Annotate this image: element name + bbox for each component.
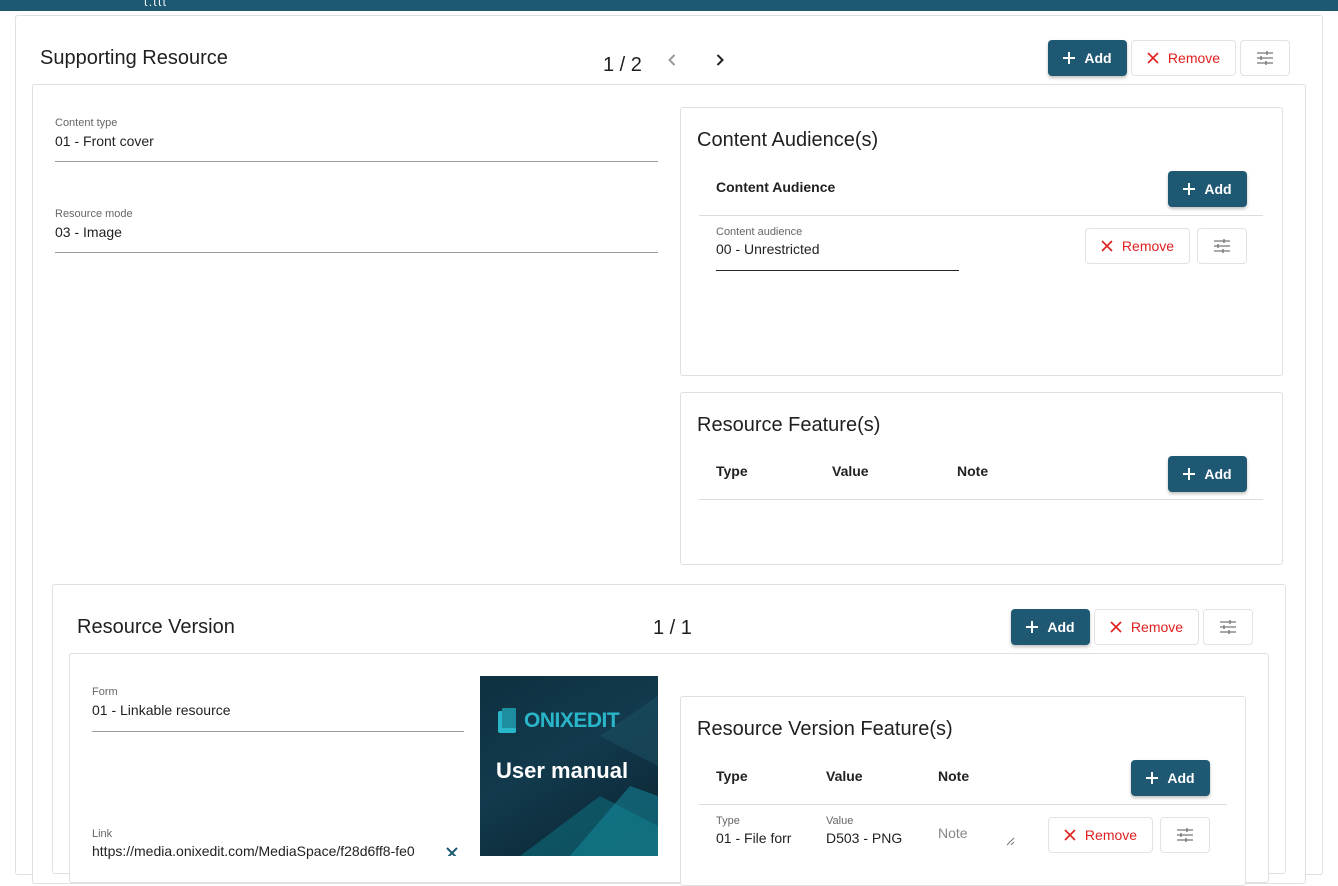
content-audience-header: Content Audience bbox=[716, 179, 836, 195]
tune-icon bbox=[1257, 51, 1273, 65]
close-icon bbox=[1101, 240, 1113, 252]
supporting-resource-pager: 1 / 2 bbox=[603, 54, 642, 76]
resource-version-settings-button[interactable] bbox=[1203, 609, 1253, 645]
content-audience-settings-button[interactable] bbox=[1197, 228, 1247, 264]
tune-icon bbox=[1214, 239, 1230, 253]
resource-version-pager: 1 / 1 bbox=[653, 617, 692, 639]
chevron-left-icon bbox=[668, 54, 676, 66]
rvf-note-field[interactable]: Note bbox=[938, 825, 968, 841]
content-audience-divider bbox=[699, 215, 1263, 216]
rvf-remove-button[interactable]: Remove bbox=[1048, 817, 1153, 853]
supporting-resource-settings-button[interactable] bbox=[1240, 40, 1290, 76]
resource-features-col-type: Type bbox=[716, 463, 748, 479]
chevron-right-icon bbox=[716, 54, 724, 66]
cover-image: ONIXEDIT User manual bbox=[480, 676, 658, 856]
content-audience-add-button[interactable]: Add bbox=[1168, 171, 1247, 207]
resource-mode-field[interactable]: 03 - Image bbox=[55, 224, 655, 240]
close-icon bbox=[1147, 52, 1159, 64]
resource-version-title: Resource Version bbox=[77, 616, 235, 638]
content-audience-label: Content audience bbox=[716, 226, 803, 238]
plus-icon bbox=[1183, 183, 1196, 195]
resource-version-add-button[interactable]: Add bbox=[1011, 609, 1090, 645]
resource-mode-underline bbox=[55, 252, 658, 253]
resource-version-features-title: Resource Version Feature(s) bbox=[697, 718, 953, 740]
add-label: Add bbox=[1167, 770, 1195, 786]
tune-icon bbox=[1220, 620, 1236, 634]
rvf-type-label: Type bbox=[716, 815, 740, 827]
clear-icon bbox=[446, 847, 458, 856]
supporting-resource-title: Supporting Resource bbox=[40, 47, 228, 69]
logo-fragment: ɩ.ɩɩɩ bbox=[144, 0, 168, 9]
rvf-divider bbox=[699, 804, 1227, 805]
add-label: Add bbox=[1084, 50, 1112, 66]
content-audiences-title: Content Audience(s) bbox=[697, 129, 879, 151]
plus-icon bbox=[1146, 772, 1159, 784]
form-underline bbox=[92, 731, 464, 732]
add-label: Add bbox=[1204, 466, 1232, 482]
content-type-field[interactable]: 01 - Front cover bbox=[55, 133, 655, 149]
resource-version-remove-button[interactable]: Remove bbox=[1094, 609, 1199, 645]
content-audience-field[interactable]: 00 - Unrestricted bbox=[716, 241, 956, 257]
form-field[interactable]: 01 - Linkable resource bbox=[92, 702, 462, 718]
rvf-col-value: Value bbox=[826, 768, 863, 784]
resource-features-title: Resource Feature(s) bbox=[697, 414, 881, 436]
plus-icon bbox=[1183, 468, 1196, 480]
rvf-col-type: Type bbox=[716, 768, 748, 784]
plus-icon bbox=[1026, 621, 1039, 633]
resource-features-divider bbox=[699, 499, 1263, 500]
supporting-resource-remove-button[interactable]: Remove bbox=[1131, 40, 1236, 76]
cover-title: User manual bbox=[496, 758, 629, 783]
previous-page-button[interactable] bbox=[662, 50, 682, 70]
add-label: Add bbox=[1204, 181, 1232, 197]
resize-handle-icon[interactable] bbox=[1006, 837, 1015, 846]
add-label: Add bbox=[1047, 619, 1075, 635]
resource-mode-label: Resource mode bbox=[55, 208, 133, 220]
close-icon bbox=[1064, 829, 1076, 841]
rvf-type-field[interactable]: 01 - File forr bbox=[716, 830, 796, 846]
remove-label: Remove bbox=[1121, 238, 1175, 254]
rvf-value-field[interactable]: D503 - PNG bbox=[826, 830, 926, 846]
resource-features-col-value: Value bbox=[832, 463, 869, 479]
link-field[interactable]: https://media.onixedit.com/MediaSpace/f2… bbox=[92, 843, 437, 859]
rvf-add-button[interactable]: Add bbox=[1131, 760, 1210, 796]
rvf-value-label: Value bbox=[826, 815, 854, 827]
rvf-settings-button[interactable] bbox=[1160, 817, 1210, 853]
content-audience-underline bbox=[716, 270, 959, 271]
remove-label: Remove bbox=[1167, 50, 1221, 66]
next-page-button[interactable] bbox=[710, 50, 730, 70]
plus-icon bbox=[1063, 52, 1076, 64]
top-bar: ɩ.ɩɩɩ bbox=[0, 0, 1338, 11]
content-type-label: Content type bbox=[55, 117, 118, 129]
clear-link-button[interactable] bbox=[444, 845, 460, 856]
resource-features-col-note: Note bbox=[957, 463, 989, 479]
cover-brand-text: ONIXEDIT bbox=[524, 709, 620, 732]
rvf-col-note: Note bbox=[938, 768, 970, 784]
remove-label: Remove bbox=[1084, 827, 1138, 843]
close-icon bbox=[1110, 621, 1122, 633]
remove-label: Remove bbox=[1130, 619, 1184, 635]
supporting-resource-add-button[interactable]: Add bbox=[1048, 40, 1127, 76]
book-icon bbox=[498, 708, 516, 733]
cover-brand: ONIXEDIT bbox=[496, 708, 620, 734]
content-audience-remove-button[interactable]: Remove bbox=[1085, 228, 1190, 264]
resource-features-add-button[interactable]: Add bbox=[1168, 456, 1247, 492]
tune-icon bbox=[1177, 828, 1193, 842]
form-label: Form bbox=[92, 686, 118, 698]
content-type-underline bbox=[55, 161, 658, 162]
link-label: Link bbox=[92, 828, 113, 840]
